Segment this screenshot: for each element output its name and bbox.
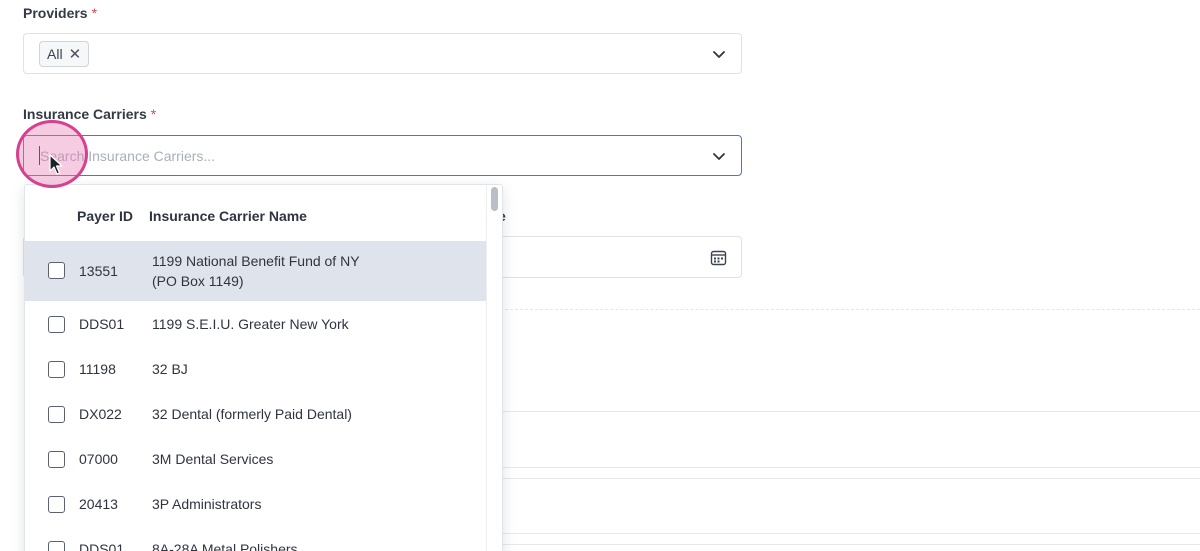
- dropdown-scrollbar[interactable]: [486, 185, 502, 551]
- carrier-row[interactable]: 07000 3M Dental Services: [25, 436, 487, 481]
- carrier-row[interactable]: DDS01 8A-28A Metal Polishers: [25, 526, 487, 551]
- payer-id: DDS01: [79, 316, 125, 332]
- checkbox-icon[interactable]: [48, 316, 65, 333]
- carrier-name: 3M Dental Services: [152, 451, 274, 467]
- providers-select[interactable]: All ✕: [23, 33, 742, 74]
- carrier-name: 1199 S.E.I.U. Greater New York: [152, 316, 349, 332]
- column-header-payer-id: Payer ID: [77, 208, 134, 224]
- carrier-name: 3P Administrators: [152, 496, 262, 512]
- payer-id: 07000: [79, 451, 118, 467]
- checkbox-icon[interactable]: [48, 451, 65, 468]
- pointer-cursor-icon: [49, 154, 63, 175]
- calendar-icon[interactable]: [710, 249, 727, 266]
- section-divider: [500, 533, 1200, 534]
- section-divider: [500, 478, 1200, 479]
- scrollbar-thumb[interactable]: [491, 187, 498, 211]
- chevron-down-icon[interactable]: [711, 46, 727, 62]
- carrier-name: 32 BJ: [152, 361, 188, 377]
- chip-label: All: [47, 46, 63, 62]
- close-icon[interactable]: ✕: [69, 47, 82, 62]
- carrier-name: 1199 National Benefit Fund of NY (PO Box…: [152, 253, 360, 289]
- page: Providers* All ✕ Insurance Carriers* e: [0, 0, 1200, 551]
- carrier-name: 32 Dental (formerly Paid Dental): [152, 406, 352, 422]
- insurance-carriers-label: Insurance Carriers *: [23, 106, 157, 122]
- carrier-row[interactable]: 13551 1199 National Benefit Fund of NY (…: [25, 241, 487, 301]
- checkbox-icon[interactable]: [48, 541, 65, 551]
- section-divider: [500, 411, 1200, 412]
- dropdown-header: Payer ID Insurance Carrier Name: [25, 185, 487, 241]
- carrier-name: 8A-28A Metal Polishers: [152, 541, 298, 551]
- chevron-down-icon[interactable]: [711, 148, 727, 164]
- checkbox-icon[interactable]: [48, 361, 65, 378]
- payer-id: DDS01: [79, 541, 125, 551]
- checkbox-icon[interactable]: [48, 262, 65, 279]
- carrier-row[interactable]: DX022 32 Dental (formerly Paid Dental): [25, 391, 487, 436]
- section-divider: [500, 467, 1200, 468]
- payer-id: DX022: [79, 406, 122, 422]
- required-mark: *: [91, 5, 98, 21]
- section-divider: [500, 309, 1200, 310]
- insurance-carriers-select[interactable]: [23, 135, 742, 176]
- insurance-carriers-search-input[interactable]: [40, 140, 680, 171]
- required-mark: *: [150, 106, 157, 122]
- payer-id: 13551: [79, 263, 118, 279]
- carrier-row[interactable]: DDS01 1199 S.E.I.U. Greater New York: [25, 301, 487, 346]
- carrier-row[interactable]: 11198 32 BJ: [25, 346, 487, 391]
- checkbox-icon[interactable]: [48, 406, 65, 423]
- section-divider: [500, 544, 1200, 545]
- providers-label: Providers *: [23, 5, 98, 21]
- column-header-carrier-name: Insurance Carrier Name: [149, 208, 307, 224]
- insurance-carriers-dropdown: Payer ID Insurance Carrier Name 13551 11…: [24, 184, 503, 551]
- checkbox-icon[interactable]: [48, 496, 65, 513]
- payer-id: 11198: [79, 361, 116, 377]
- provider-chip-all: All ✕: [39, 41, 90, 67]
- payer-id: 20413: [79, 496, 118, 512]
- carrier-row[interactable]: 20413 3P Administrators: [25, 481, 487, 526]
